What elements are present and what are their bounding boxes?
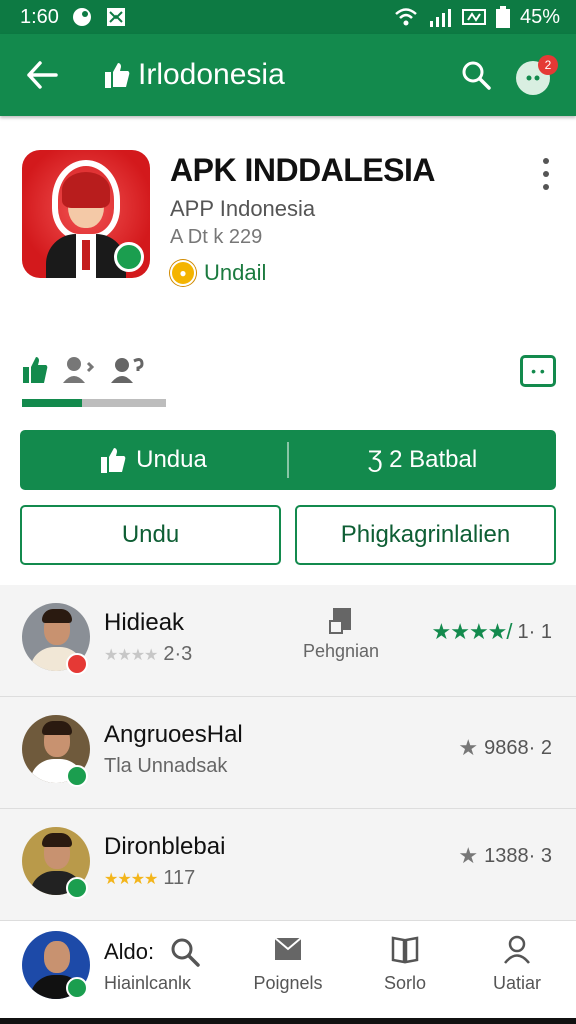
nav-item-library[interactable]: Sorlo — [360, 933, 450, 994]
settings-button[interactable]: Phigkagrinlalien — [295, 505, 556, 565]
star-rating-icon: ★★★★ — [104, 646, 158, 664]
app-icon — [22, 150, 150, 278]
user-follow-icon[interactable] — [62, 355, 96, 385]
battery-percent: 45% — [519, 5, 560, 28]
download-button[interactable]: Unduа — [20, 430, 287, 490]
install-state-label: Undail — [204, 260, 267, 285]
thumbs-up-icon — [101, 448, 126, 473]
comment-icon: • • — [531, 363, 545, 379]
app-header: APK INDDALESIA APP Indonesia A Dt k 229 … — [22, 150, 556, 290]
search-button[interactable] — [454, 53, 498, 97]
app-developer: APP Indonesia — [170, 196, 316, 221]
signal-icon — [428, 7, 452, 27]
image-notification-icon — [105, 6, 127, 28]
profile-subtitle: Hiainlcanlĸ — [104, 973, 192, 993]
wifi-icon — [394, 7, 418, 27]
bottom-navigation: Aldo: Hiainlcanlĸ Poignels Sorlo Uatiar — [0, 920, 576, 1018]
status-time: 1:60 — [20, 5, 59, 28]
verified-badge-icon — [114, 242, 144, 272]
star-rating-icon: ★★★★/ — [431, 619, 513, 644]
verified-badge-icon — [66, 977, 88, 999]
search-icon — [462, 61, 491, 90]
document-icon — [329, 608, 351, 634]
secondary-download-button[interactable]: Undu — [20, 505, 281, 565]
list-item[interactable]: AngruoesHal Tla Unnadsak ★ 9868· 2 — [0, 697, 576, 809]
mail-icon — [274, 937, 302, 960]
verified-badge-icon — [66, 877, 88, 899]
book-icon — [391, 936, 419, 964]
star-icon: ★ — [458, 735, 479, 760]
back-button[interactable] — [20, 53, 64, 97]
download-button-label: Unduа — [136, 446, 207, 473]
app-notification-icon — [71, 6, 93, 28]
badge-icon — [66, 653, 88, 675]
account-button[interactable]: 2 — [516, 55, 558, 95]
secondary-actions: Undu Phigkagrinlalien — [20, 505, 556, 565]
list-item-score: ★ 9868· 2 — [458, 735, 552, 760]
thumbs-up-icon — [105, 63, 130, 88]
list-item-name: Hidieak — [104, 609, 185, 636]
list-item-subtitle: Tla Unnadsak — [104, 755, 228, 777]
list-item[interactable]: Dironblebai ★★★★ 117 ★ 1388· 3 — [0, 809, 576, 921]
primary-action-bar: Unduа Ʒ 2 Batbal — [20, 430, 556, 490]
status-bar: 1:60 45% — [0, 0, 576, 34]
nav-item-messages[interactable]: Poignels — [243, 933, 333, 994]
app-size: A Dt k 229 — [170, 226, 263, 248]
notification-badge: 2 — [538, 55, 558, 75]
user-question-icon[interactable] — [110, 355, 146, 385]
verified-badge-icon — [66, 765, 88, 787]
more-options-button[interactable] — [536, 158, 556, 190]
app-bar: Irlodonesia 2 — [0, 34, 576, 116]
nav-item-profile[interactable]: Uatiar — [472, 933, 562, 994]
list-item-score: ★★★★/ 1· 1 — [431, 619, 552, 644]
person-icon — [504, 935, 530, 964]
system-nav-bar — [0, 1018, 576, 1024]
page-title: Irlodonesia — [138, 58, 285, 91]
comment-button[interactable]: • • — [520, 355, 556, 387]
list-item[interactable]: Hidieak ★★★★ 2·3 Pehgnian ★★★★/ 1· 1 — [0, 585, 576, 697]
reactions-row: • • — [22, 355, 556, 409]
app-name: APK INDDALESIA — [170, 152, 436, 188]
list-item-score: ★ 1388· 3 — [458, 843, 552, 868]
star-rating-icon: ★★★★ — [104, 870, 158, 888]
update-button-label: Ʒ 2 Batbal — [367, 446, 478, 473]
install-state: ● Undail — [170, 260, 266, 286]
rating-progress-bar — [22, 399, 166, 407]
update-button[interactable]: Ʒ 2 Batbal — [289, 430, 556, 490]
battery-icon — [495, 6, 510, 28]
list-item-rating: ★★★★ 2·3 — [104, 643, 193, 665]
profile-name: Aldo: — [104, 939, 155, 964]
list-item-name: Dironblebai — [104, 833, 226, 860]
coin-icon: ● — [170, 260, 196, 286]
data-icon — [461, 7, 486, 27]
search-icon[interactable] — [170, 937, 200, 967]
list-item-category: Pehgnian — [300, 607, 382, 662]
list-item-rating: ★★★★ 117 — [104, 867, 196, 889]
star-icon: ★ — [458, 843, 479, 868]
back-arrow-icon — [27, 61, 58, 89]
list-item-name: AngruoesHal — [104, 721, 243, 748]
like-icon[interactable] — [22, 355, 48, 385]
